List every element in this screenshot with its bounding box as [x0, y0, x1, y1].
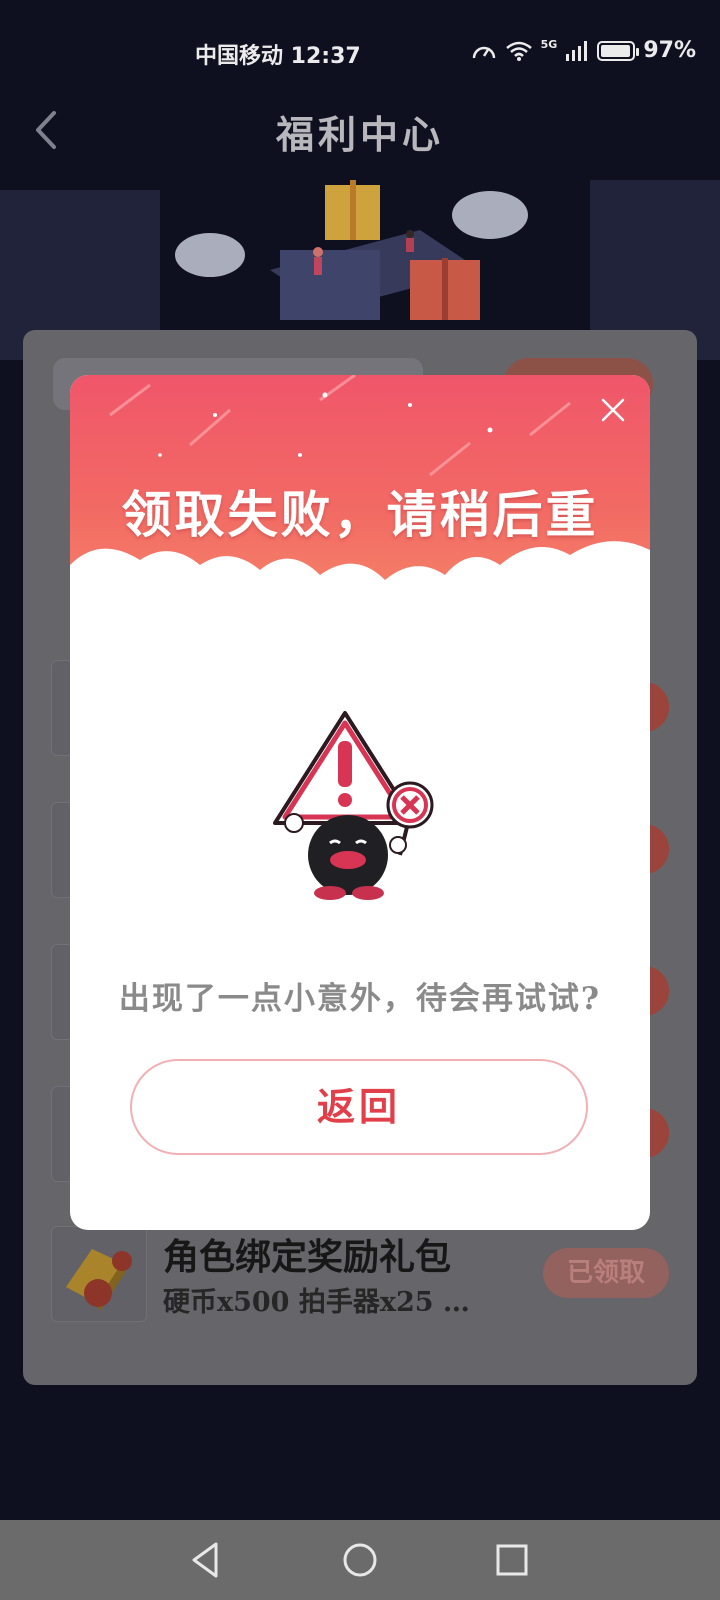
dialog-message: 出现了一点小意外，待会再试试?	[118, 981, 602, 1017]
return-button[interactable]: 返回	[130, 1059, 588, 1155]
navigation-bar	[0, 1520, 720, 1600]
dialog-title: 领取失败，请稍后重	[121, 485, 599, 544]
close-icon[interactable]	[596, 393, 630, 427]
error-dialog: 领取失败，请稍后重 出现了一点小意外，待会再试试? 返回	[70, 375, 650, 1230]
cloud-decoration	[70, 541, 650, 695]
warning-mascot-icon	[273, 711, 434, 900]
home-circle-icon[interactable]	[338, 1538, 382, 1582]
recent-square-icon[interactable]	[490, 1538, 534, 1582]
back-triangle-icon[interactable]	[184, 1538, 228, 1582]
